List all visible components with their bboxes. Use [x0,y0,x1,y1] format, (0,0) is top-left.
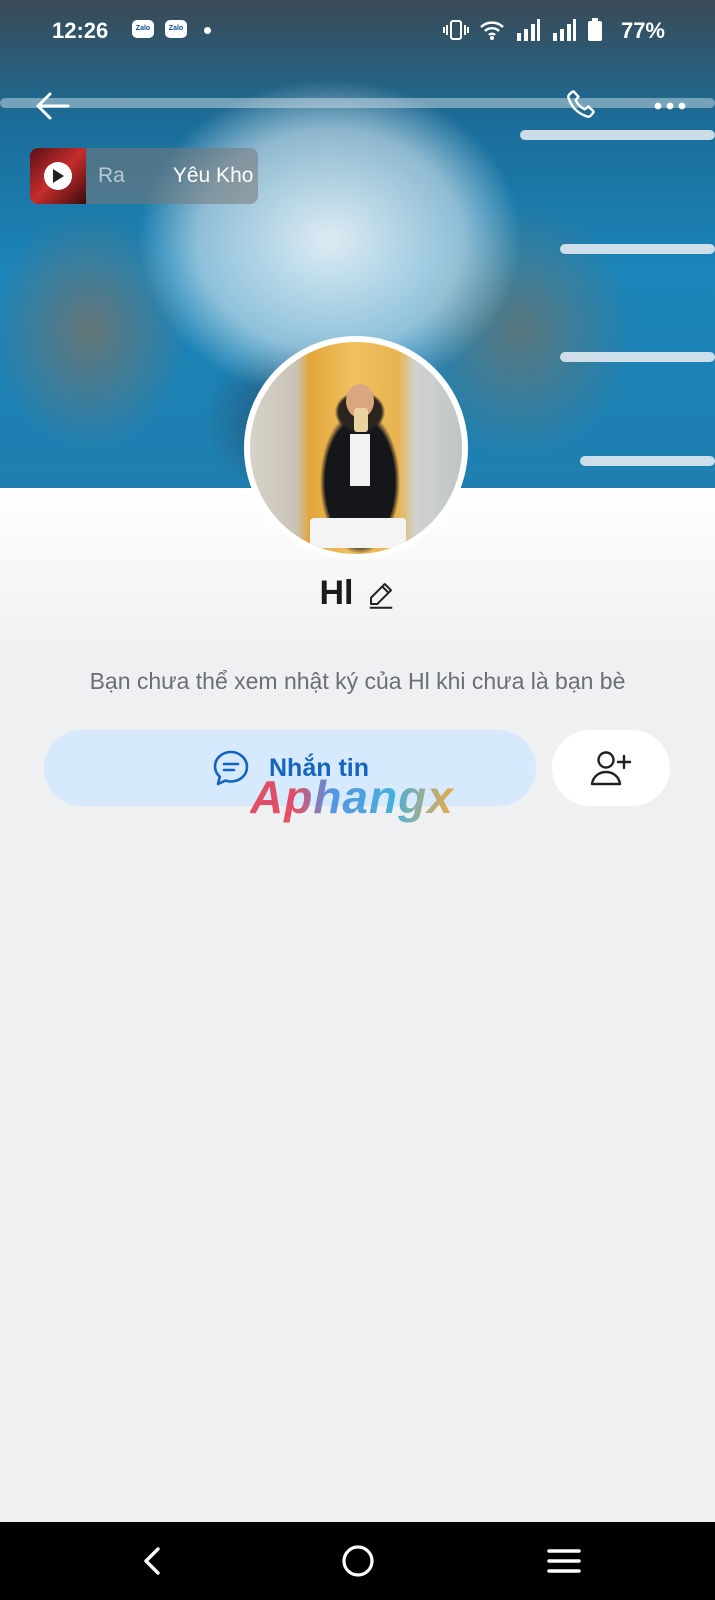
nav-home-icon [342,1545,374,1577]
status-time: 12:26 [52,18,109,43]
phone-icon [567,90,595,118]
watermark: Aphangx [250,771,454,823]
wifi-icon [480,21,504,40]
avatar-shirt [350,434,370,486]
more-dots-icon [654,102,686,110]
back-button[interactable] [26,80,78,132]
zalo-notification-icon: Zalo [132,20,154,38]
vibrate-icon [443,20,469,40]
music-title-partial: Ra [98,164,125,187]
nav-back-button[interactable] [122,1536,182,1586]
nav-home-button[interactable] [328,1536,388,1586]
chat-bubble-icon [213,750,249,786]
pencil-icon[interactable] [366,579,396,609]
status-bar: 12:26 Zalo Zalo 77% [0,0,715,60]
notification-dot-icon [204,27,211,34]
arrow-left-icon [36,92,70,120]
music-title-marquee: Ra Yêu Kho [86,164,253,188]
avatar-photo [250,342,462,554]
nav-menu-icon [547,1549,581,1573]
battery-icon [588,18,602,41]
zalo-notification-icon: Zalo [165,20,187,38]
system-nav-bar [0,1522,715,1600]
profile-name: Hl [319,574,354,612]
battery-percent: 77% [620,18,665,43]
nav-menu-button[interactable] [534,1536,594,1586]
music-thumbnail [30,148,86,204]
profile-music-chip[interactable]: Ra Yêu Kho [30,148,258,204]
more-options-button[interactable] [644,80,696,132]
nav-back-icon [144,1547,160,1575]
add-user-icon [590,751,632,786]
signal-icon [553,19,576,41]
cover-rail [560,244,715,254]
add-friend-button[interactable] [552,730,670,806]
privacy-info-text: Bạn chưa thể xem nhật ký của Hl khi chưa… [89,668,626,694]
cover-rail [580,456,715,466]
play-icon [44,162,72,190]
status-icons [443,18,603,42]
avatar-sink [310,518,406,548]
avatar-phone [354,408,368,432]
music-title: Yêu Kho [172,164,254,187]
profile-name-row: Hl [0,574,715,613]
signal-icon [517,19,540,41]
cover-rail [560,352,715,362]
call-button[interactable] [556,80,608,132]
avatar[interactable] [244,336,468,560]
